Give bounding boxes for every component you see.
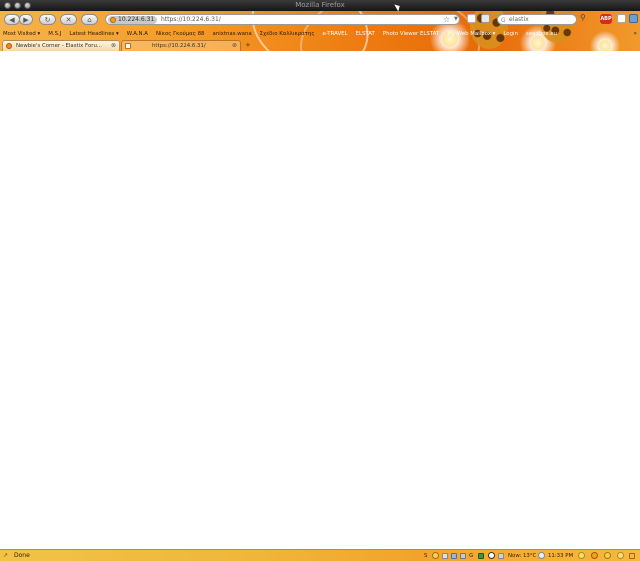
tab-close-icon[interactable]: ⊗: [111, 42, 116, 50]
addon-toolbar-icon[interactable]: [617, 14, 626, 23]
addon-toolbar-icon[interactable]: [629, 14, 638, 23]
title-bar: Mozilla Firefox: [0, 0, 640, 12]
tab-label: Newbie's Corner - Elastix Foru...: [16, 43, 103, 49]
search-magnifier-icon[interactable]: ⚲: [580, 13, 586, 22]
tray-icon[interactable]: [460, 553, 466, 559]
tray-icon[interactable]: [478, 553, 484, 559]
bookmark-item[interactable]: W.A.N.A: [124, 29, 153, 39]
forward-button[interactable]: ▶: [19, 14, 33, 25]
tab-close-icon[interactable]: ⊗: [232, 42, 237, 50]
url-text[interactable]: https://10.224.6.31/: [161, 16, 221, 24]
weather-icon[interactable]: [538, 552, 545, 559]
back-button[interactable]: ◀: [4, 14, 20, 25]
url-history-dropdown-icon[interactable]: ▼: [454, 16, 458, 22]
site-favicon-icon: [110, 17, 116, 23]
tray-label[interactable]: G: [469, 552, 473, 560]
tray-icon[interactable]: [604, 552, 611, 559]
bookmark-item[interactable]: Latest Headlines ▾: [66, 29, 123, 39]
adblock-plus-button[interactable]: ABP: [600, 14, 612, 24]
stop-button[interactable]: ✕: [60, 14, 77, 25]
bookmark-item[interactable]: My Web Mailbox ▾: [444, 29, 500, 39]
bookmark-item[interactable]: Σχέδιο Καλλικράτης: [257, 29, 320, 39]
new-tab-button[interactable]: +: [245, 41, 251, 50]
page-content[interactable]: [0, 51, 640, 549]
bookmarks-overflow-button[interactable]: »: [633, 29, 637, 39]
tab-favicon-icon: [125, 43, 131, 49]
tab-favicon-icon: [6, 43, 12, 49]
bookmark-item[interactable]: M.S.J: [45, 29, 66, 39]
tray-icon[interactable]: [442, 553, 448, 559]
tab-elastix-https[interactable]: https://10.224.6.31/ ⊗: [121, 40, 241, 51]
bookmark-item[interactable]: seedbox.eu: [523, 29, 562, 39]
tab-label: https://10.224.6.31/: [152, 43, 206, 49]
tray-icon[interactable]: [591, 552, 598, 559]
clock-icon[interactable]: [488, 552, 495, 559]
tray-icon[interactable]: [498, 553, 504, 559]
tray-icon[interactable]: [578, 552, 585, 559]
home-button[interactable]: ⌂: [81, 14, 98, 25]
bookmark-item[interactable]: Νίκος Γκούμας 88: [153, 29, 210, 39]
status-arrow-icon: ↗: [3, 552, 9, 559]
site-identity-label: 10.224.6.31: [118, 16, 155, 23]
search-input[interactable]: elastix: [509, 16, 529, 24]
addon-toolbar-icon[interactable]: [467, 14, 476, 23]
status-bar: ↗ Done S G Now: 13°C 11:33 PM: [0, 549, 640, 561]
window-title: Mozilla Firefox: [295, 1, 345, 9]
resize-grip-icon[interactable]: [629, 553, 635, 559]
tray-icon[interactable]: [451, 553, 457, 559]
firefox-window: Mozilla Firefox ◀ ▶ ↻ ✕ ⌂ 10.224.6.31 ht…: [0, 0, 640, 561]
addon-toolbar-icon[interactable]: [481, 14, 490, 23]
search-engine-icon[interactable]: G: [501, 17, 506, 24]
bookmark-item[interactable]: Photo Viewer ELSTAT: [380, 29, 444, 39]
bookmark-item[interactable]: anixtnas.wana: [209, 29, 256, 39]
search-bar[interactable]: G elastix: [497, 14, 577, 25]
bookmark-star-icon[interactable]: ☆: [443, 15, 450, 24]
tray-label[interactable]: S: [424, 552, 427, 560]
status-time[interactable]: 11:33 PM: [548, 552, 573, 560]
tray-icon[interactable]: [432, 552, 439, 559]
bookmark-item[interactable]: ELSTAT: [353, 29, 380, 39]
bookmark-item[interactable]: e-TRAVEL: [320, 29, 353, 39]
bookmarks-toolbar: Most Visited ▾ M.S.J Latest Headlines ▾ …: [0, 29, 640, 39]
bookmark-item[interactable]: Login: [500, 29, 523, 39]
reload-button[interactable]: ↻: [39, 14, 56, 25]
tab-newbies-corner[interactable]: Newbie's Corner - Elastix Foru... ⊗: [2, 40, 120, 51]
tray-icon[interactable]: [617, 552, 624, 559]
status-text: Done: [14, 552, 30, 559]
weather-now[interactable]: Now: 13°C: [508, 552, 536, 560]
site-identity-button[interactable]: 10.224.6.31: [108, 16, 158, 24]
url-bar[interactable]: 10.224.6.31 https://10.224.6.31/ ☆ ▼: [105, 14, 460, 25]
bookmark-item[interactable]: Most Visited ▾: [0, 29, 45, 39]
